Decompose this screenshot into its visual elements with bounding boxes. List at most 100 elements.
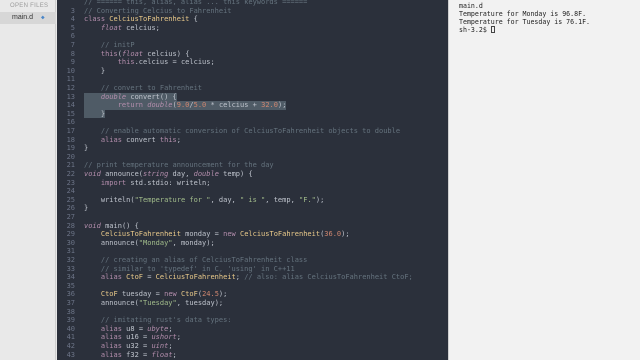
code-line[interactable]: // initP xyxy=(84,41,135,50)
line-number: 7 xyxy=(70,41,75,49)
code-identifier: day xyxy=(218,195,232,204)
code-editor[interactable]: 3 4 5 6 7 8 9 10 11 12 13 14 15 16 17 18 19 20 21 22 23 24 25 2… xyxy=(57,0,448,360)
sidebar: OPEN FILES main.d ◆ xyxy=(0,0,56,360)
code-identifier: celcius xyxy=(218,101,249,110)
code-line[interactable]: import std.stdio: writeln; xyxy=(84,179,211,188)
line-number: 34 xyxy=(66,273,75,282)
line-number-gutter: 3 4 5 6 7 8 9 10 11 12 13 14 15 16 17 18 19 20 21 22 23 24 25 2… xyxy=(57,0,77,360)
line-number: 33 xyxy=(66,264,75,273)
line-number: 31 xyxy=(66,247,75,256)
code-punct xyxy=(84,342,101,350)
code-line[interactable]: } xyxy=(84,67,105,76)
code-line[interactable]: // ====== this, alias, alias ... this ke… xyxy=(84,0,307,7)
code-identifier: std xyxy=(130,178,144,187)
code-punct xyxy=(84,136,101,144)
code-line[interactable]: } xyxy=(84,109,106,119)
code-line[interactable]: alias CtoF = CelciusToFahrenheit; // als… xyxy=(84,273,413,282)
code-string: "F." xyxy=(299,195,316,204)
code-comment: // imitating rust's data types: xyxy=(100,316,232,325)
code-line[interactable]: // creating an alias of CelciusToFahrenh… xyxy=(84,256,308,265)
line-number: 37 xyxy=(66,299,75,307)
code-comment: // ====== this, alias, alias ... this ke… xyxy=(84,0,308,6)
code-classname: CelciusToFahrenheit xyxy=(109,15,190,24)
code-line[interactable]: return double(9.0/5.0 * celcius + 32.0); xyxy=(84,101,287,110)
code-line[interactable]: writeln("Temperature for ", day, " is ",… xyxy=(84,196,324,205)
code-keyword: alias xyxy=(100,350,122,359)
code-classname: CtoF xyxy=(180,290,198,299)
code-comment: // Converting Celcius to Fahrenheit xyxy=(84,6,232,15)
line-number: 24 xyxy=(66,187,75,196)
code-punct xyxy=(84,299,101,307)
code-identifier: day xyxy=(172,170,186,178)
code-line[interactable]: // imitating rust's data types: xyxy=(84,316,232,325)
code-keyword: this xyxy=(159,135,177,144)
line-number: 29 xyxy=(66,230,75,239)
code-line[interactable]: alias u8 = ubyte; xyxy=(84,325,173,334)
code-line[interactable]: CelciusToFahrenheit monday = new Celcius… xyxy=(84,230,350,239)
code-type: double xyxy=(147,101,173,110)
code-type: float xyxy=(151,350,173,359)
code-punct: ; xyxy=(168,324,173,333)
code-identifier: celcius xyxy=(138,58,169,67)
code-type: ushort xyxy=(151,333,177,342)
open-file-item[interactable]: main.d ◆ xyxy=(0,12,56,24)
line-number: 4 xyxy=(70,15,75,24)
code-punct xyxy=(84,50,101,58)
terminal-prompt[interactable]: sh-3.2$ xyxy=(459,26,495,34)
line-number: 28 xyxy=(66,221,75,230)
code-line[interactable]: this(float celcius) { xyxy=(84,49,190,59)
code-number: 24.5 xyxy=(202,290,219,299)
code-line[interactable]: // convert to Fahrenheit xyxy=(84,84,202,93)
code-string: "Temperature for " xyxy=(134,195,211,204)
code-comment: // convert to Fahrenheit xyxy=(100,84,203,92)
code-punct: ; xyxy=(155,23,160,32)
code-line[interactable]: this.celcius = celcius; xyxy=(84,58,215,67)
code-punct: ; xyxy=(176,333,181,342)
code-comment: // creating an alias of CelciusToFahrenh… xyxy=(100,256,308,264)
code-identifier: f32 xyxy=(126,350,139,359)
code-line[interactable]: // similar to 'typedef' in C, 'using' in… xyxy=(84,265,295,274)
code-keyword: import xyxy=(100,178,127,187)
code-line[interactable]: class CelciusToFahrenheit { xyxy=(84,15,198,24)
line-number: 40 xyxy=(66,324,75,333)
code-line[interactable]: announce("Monday", monday); xyxy=(84,239,215,248)
code-punct xyxy=(84,273,101,281)
code-line[interactable]: alias f32 = float; xyxy=(84,351,177,360)
code-keyword: this xyxy=(100,49,118,58)
code-keyword: return xyxy=(117,101,144,110)
terminal-panel[interactable]: main.d Temperature for Monday is 96.8F. … xyxy=(448,0,640,360)
code-line[interactable]: // Converting Celcius to Fahrenheit xyxy=(84,7,232,16)
unsaved-dot-icon[interactable]: ◆ xyxy=(41,14,45,21)
line-number: 8 xyxy=(70,49,75,58)
code-line[interactable]: float celcius; xyxy=(84,24,160,33)
code-punct xyxy=(84,290,101,298)
code-identifier: announce xyxy=(100,238,135,247)
line-number: 42 xyxy=(66,342,75,350)
code-line[interactable]: alias convert this; xyxy=(84,136,181,145)
code-keyword: alias xyxy=(100,333,122,342)
code-line[interactable]: // print temperature announcement for th… xyxy=(84,161,274,170)
code-line[interactable]: CtoF tuesday = new CtoF(24.5); xyxy=(84,290,228,299)
code-identifier: temp xyxy=(223,170,240,178)
code-comment: // initP xyxy=(100,41,135,49)
code-punct xyxy=(84,316,101,324)
code-line[interactable]: } xyxy=(84,204,88,213)
code-string: " is " xyxy=(239,195,266,204)
line-number: 14 xyxy=(66,101,75,110)
code-line[interactable]: } xyxy=(84,144,88,153)
line-number: 27 xyxy=(66,213,75,221)
code-line[interactable]: double convert() { xyxy=(84,92,177,102)
code-line[interactable]: alias u16 = ushort; xyxy=(84,333,181,342)
code-line[interactable]: // enable automatic conversion of Celciu… xyxy=(84,127,400,136)
code-type: double xyxy=(193,170,219,178)
code-punct: ; xyxy=(223,290,228,299)
code-line[interactable]: alias u32 = uint; xyxy=(84,342,173,351)
code-punct: ; xyxy=(345,230,350,239)
code-line[interactable]: void announce(string day, double temp) { xyxy=(84,170,253,179)
code-line[interactable]: announce("Tuesday", tuesday); xyxy=(84,299,223,308)
code-type: string xyxy=(143,170,169,178)
code-punct xyxy=(84,179,101,187)
code-line[interactable]: void main() { xyxy=(84,222,139,231)
code-punct xyxy=(84,110,101,118)
code-punct: { xyxy=(172,92,177,101)
